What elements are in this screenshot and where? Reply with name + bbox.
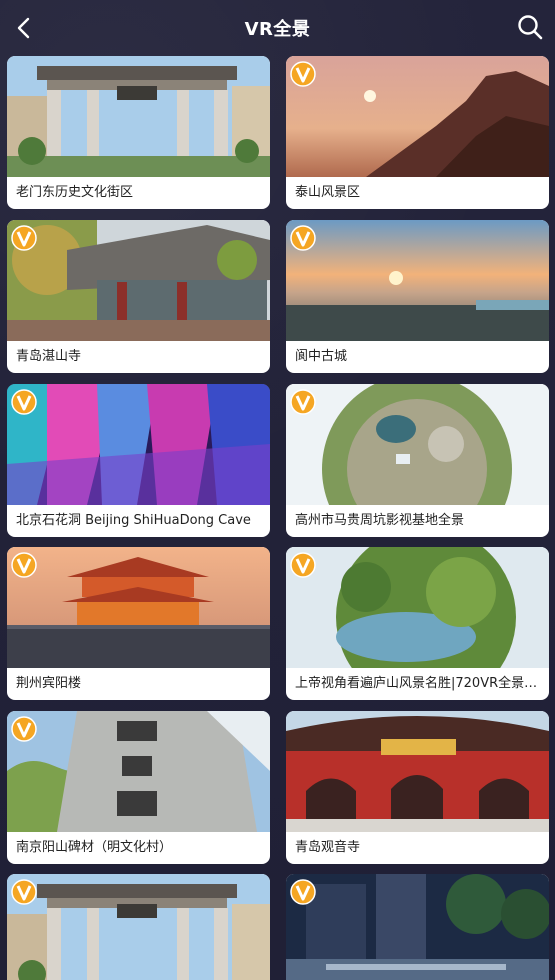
card-title: 老门东历史文化街区: [16, 185, 134, 200]
card-thumbnail: [7, 56, 270, 177]
card-title: 南京阳山碑材（明文化村）: [16, 840, 173, 855]
card-title: 北京石花洞 Beijing ShiHuaDong Cave: [16, 513, 251, 528]
panorama-card-partial-2[interactable]: [286, 874, 549, 980]
panorama-card-laomendong[interactable]: 老门东历史文化街区: [7, 56, 270, 209]
card-title: 上帝视角看遍庐山风景名胜|720VR全景…: [295, 676, 538, 691]
card-title: 高州市马贵周坑影视基地全景: [295, 513, 465, 528]
vr-v-badge-icon: [11, 389, 37, 415]
panorama-card-zhanshan-temple[interactable]: 青岛湛山寺: [7, 220, 270, 373]
vr-v-badge-icon: [290, 389, 316, 415]
card-title: 阆中古城: [295, 349, 348, 364]
card-thumbnail: [7, 711, 270, 832]
card-thumbnail: [286, 711, 549, 832]
panorama-card-shihuadong[interactable]: 北京石花洞 Beijing ShiHuaDong Cave: [7, 384, 270, 537]
panorama-card-yangshan-stele[interactable]: 南京阳山碑材（明文化村）: [7, 711, 270, 864]
card-title: 荆州宾阳楼: [16, 676, 82, 691]
vr-v-badge-icon: [290, 225, 316, 251]
card-thumbnail: [7, 384, 270, 505]
page-title: VR全景: [244, 19, 311, 40]
card-title: 青岛湛山寺: [16, 349, 82, 364]
card-thumbnail: [7, 874, 270, 980]
card-title: 青岛观音寺: [295, 840, 361, 855]
top-bar: VR全景: [0, 0, 555, 56]
card-thumbnail: [286, 384, 549, 505]
vr-v-badge-icon: [290, 552, 316, 578]
vr-v-badge-icon: [11, 716, 37, 742]
card-thumbnail: [286, 547, 549, 668]
card-thumbnail: [286, 56, 549, 177]
panorama-card-binyang-tower[interactable]: 荆州宾阳楼: [7, 547, 270, 700]
vr-v-badge-icon: [11, 879, 37, 905]
vr-v-badge-icon: [290, 61, 316, 87]
panorama-card-gaozhou[interactable]: 高州市马贵周坑影视基地全景: [286, 384, 549, 537]
panorama-card-guanyin-temple[interactable]: 青岛观音寺: [286, 711, 549, 864]
panorama-card-taishan[interactable]: 泰山风景区: [286, 56, 549, 209]
vr-v-badge-icon: [11, 552, 37, 578]
card-thumbnail: [7, 220, 270, 341]
panorama-card-lushan[interactable]: 上帝视角看遍庐山风景名胜|720VR全景…: [286, 547, 549, 700]
search-icon: [518, 15, 543, 40]
card-thumbnail: [7, 547, 270, 668]
vr-panorama-screen: VR全景 老门东历史文化街区 泰山风景区 青岛湛山寺 阆中古城 北京石花洞 Be…: [0, 0, 555, 980]
vr-v-badge-icon: [11, 225, 37, 251]
vr-v-badge-icon: [290, 879, 316, 905]
card-thumbnail: [286, 874, 549, 980]
card-title: 泰山风景区: [295, 185, 361, 200]
card-thumbnail: [286, 220, 549, 341]
panorama-card-langzhong[interactable]: 阆中古城: [286, 220, 549, 373]
search-button[interactable]: [513, 10, 547, 44]
panorama-card-partial-1[interactable]: [7, 874, 270, 980]
